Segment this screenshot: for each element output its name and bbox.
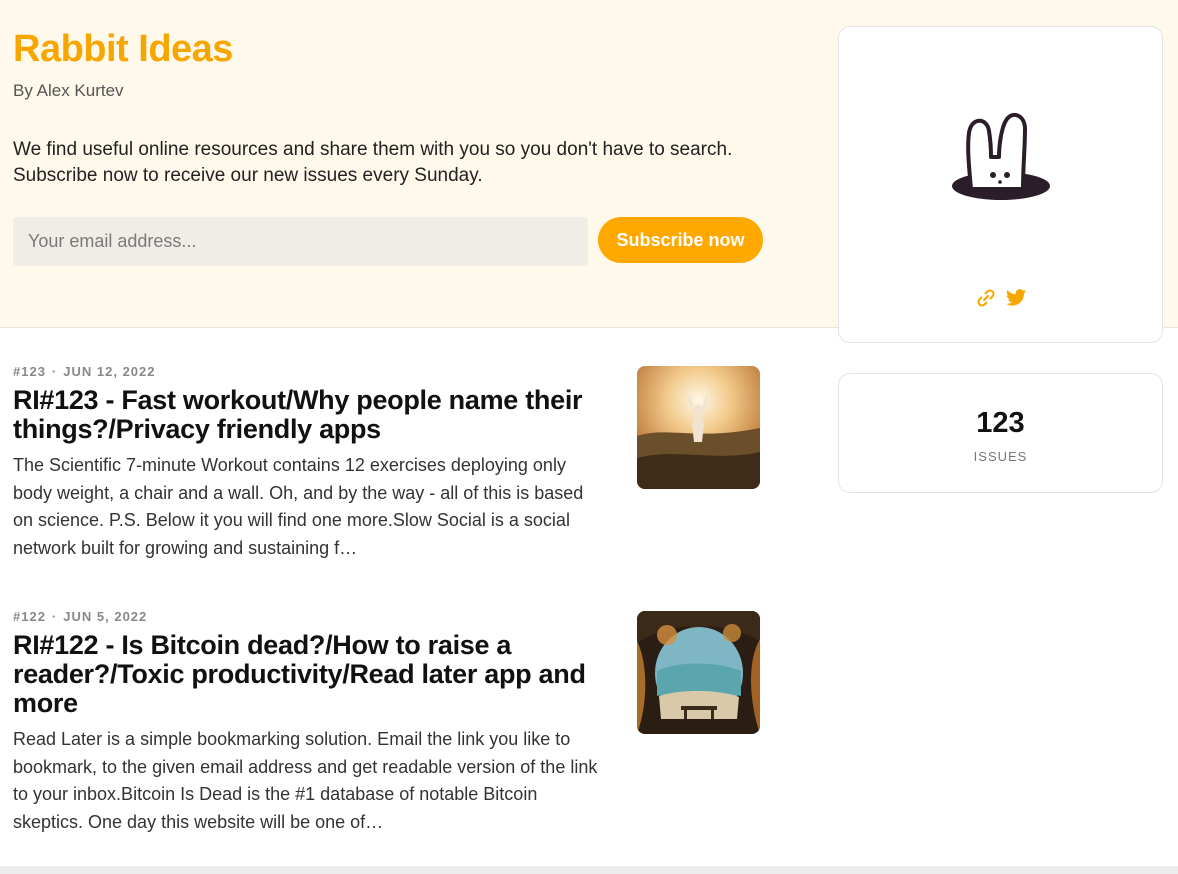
post-item[interactable]: #122 · JUN 5, 2022 RI#122 - Is Bitcoin dea… [13, 608, 763, 836]
rabbit-logo-icon [949, 107, 1053, 203]
link-icon[interactable] [975, 287, 997, 309]
post-number: #122 [13, 609, 46, 624]
post-date: JUN 5, 2022 [63, 609, 148, 624]
post-item[interactable]: #123 · JUN 12, 2022 RI#123 - Fast workout/… [13, 363, 763, 562]
meta-separator: · [51, 364, 58, 379]
post-thumbnail[interactable] [637, 366, 760, 489]
post-number: #123 [13, 364, 46, 379]
twitter-icon[interactable] [1005, 287, 1027, 309]
publication-title[interactable]: Rabbit Ideas [13, 28, 233, 71]
post-title[interactable]: RI#122 - Is Bitcoin dead?/How to raise a… [13, 631, 603, 718]
issues-count: 123 [976, 407, 1025, 439]
issues-stats-card: 123 ISSUES [838, 373, 1163, 493]
issues-label: ISSUES [973, 449, 1028, 464]
email-input[interactable] [13, 217, 588, 266]
profile-card [838, 26, 1163, 343]
meta-separator: · [51, 609, 58, 624]
author-byline: By Alex Kurtev [13, 81, 124, 100]
publication-description: We find useful online resources and shar… [13, 139, 733, 186]
social-links [975, 287, 1027, 309]
subscribe-button[interactable]: Subscribe now [598, 217, 763, 263]
post-excerpt: The Scientific 7-minute Workout contains… [13, 455, 584, 558]
page-footer-strip [0, 866, 1178, 874]
post-excerpt: Read Later is a simple bookmarking solut… [13, 729, 598, 832]
post-title[interactable]: RI#123 - Fast workout/Why people name th… [13, 386, 603, 444]
post-thumbnail[interactable] [637, 611, 760, 734]
post-date: JUN 12, 2022 [63, 364, 156, 379]
